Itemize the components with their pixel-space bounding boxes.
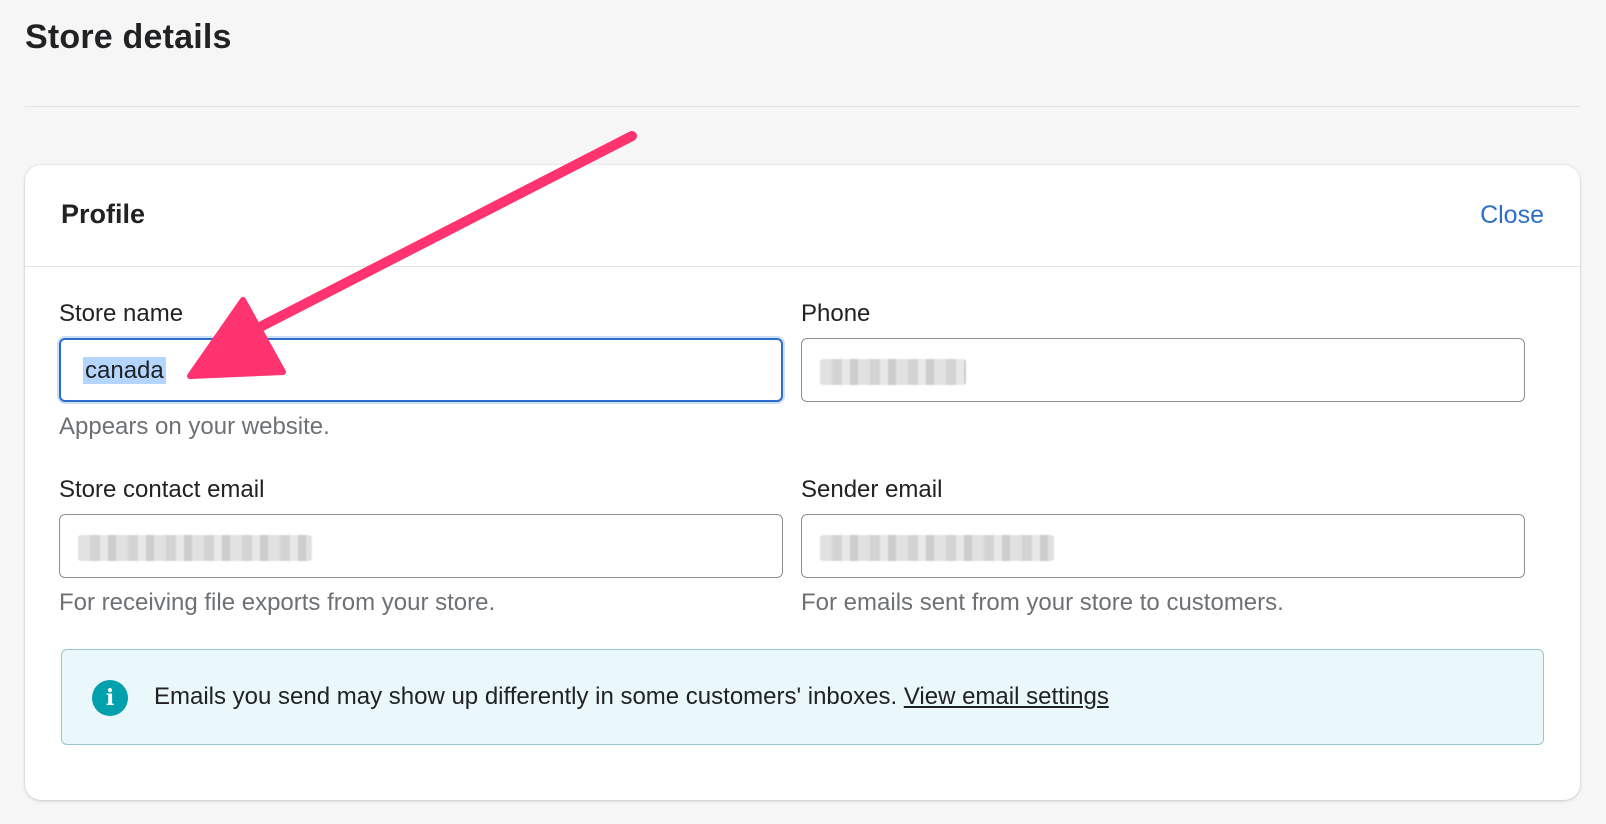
store-name-help: Appears on your website. (59, 413, 330, 440)
store-name-label: Store name (59, 300, 184, 327)
phone-field: Phone (801, 300, 1525, 402)
sender-email-input[interactable] (801, 514, 1525, 578)
profile-card: Profile Close Store name canada Appears … (25, 165, 1580, 800)
store-contact-email-redacted-value (78, 535, 312, 561)
sender-email-help: For emails sent from your store to custo… (801, 589, 1284, 616)
info-icon: i (92, 680, 128, 716)
store-name-field: Store name canada Appears on your websit… (59, 300, 783, 442)
store-contact-email-label: Store contact email (59, 476, 265, 503)
store-name-value: canada (83, 354, 166, 388)
phone-input[interactable] (801, 338, 1525, 402)
page-title: Store details (25, 18, 232, 56)
sender-email-label: Sender email (801, 476, 943, 503)
banner-message: Emails you send may show up differently … (154, 683, 898, 710)
store-contact-email-field: Store contact email For receiving file e… (59, 476, 783, 618)
close-button[interactable]: Close (1480, 201, 1544, 230)
view-email-settings-link[interactable]: View email settings (904, 683, 1109, 710)
phone-redacted-value (820, 359, 966, 385)
sender-email-redacted-value (820, 535, 1054, 561)
email-info-banner: i Emails you send may show up differentl… (61, 649, 1544, 745)
store-name-selected-text: canada (83, 357, 166, 384)
sender-email-field: Sender email For emails sent from your s… (801, 476, 1525, 618)
store-contact-email-input[interactable] (59, 514, 783, 578)
profile-card-header: Profile Close (25, 165, 1580, 267)
banner-text: Emails you send may show up differently … (154, 682, 1109, 712)
store-contact-email-help: For receiving file exports from your sto… (59, 589, 496, 616)
store-name-input[interactable]: canada (59, 338, 783, 402)
phone-label: Phone (801, 300, 871, 327)
title-divider (25, 106, 1580, 107)
profile-title: Profile (61, 199, 146, 229)
